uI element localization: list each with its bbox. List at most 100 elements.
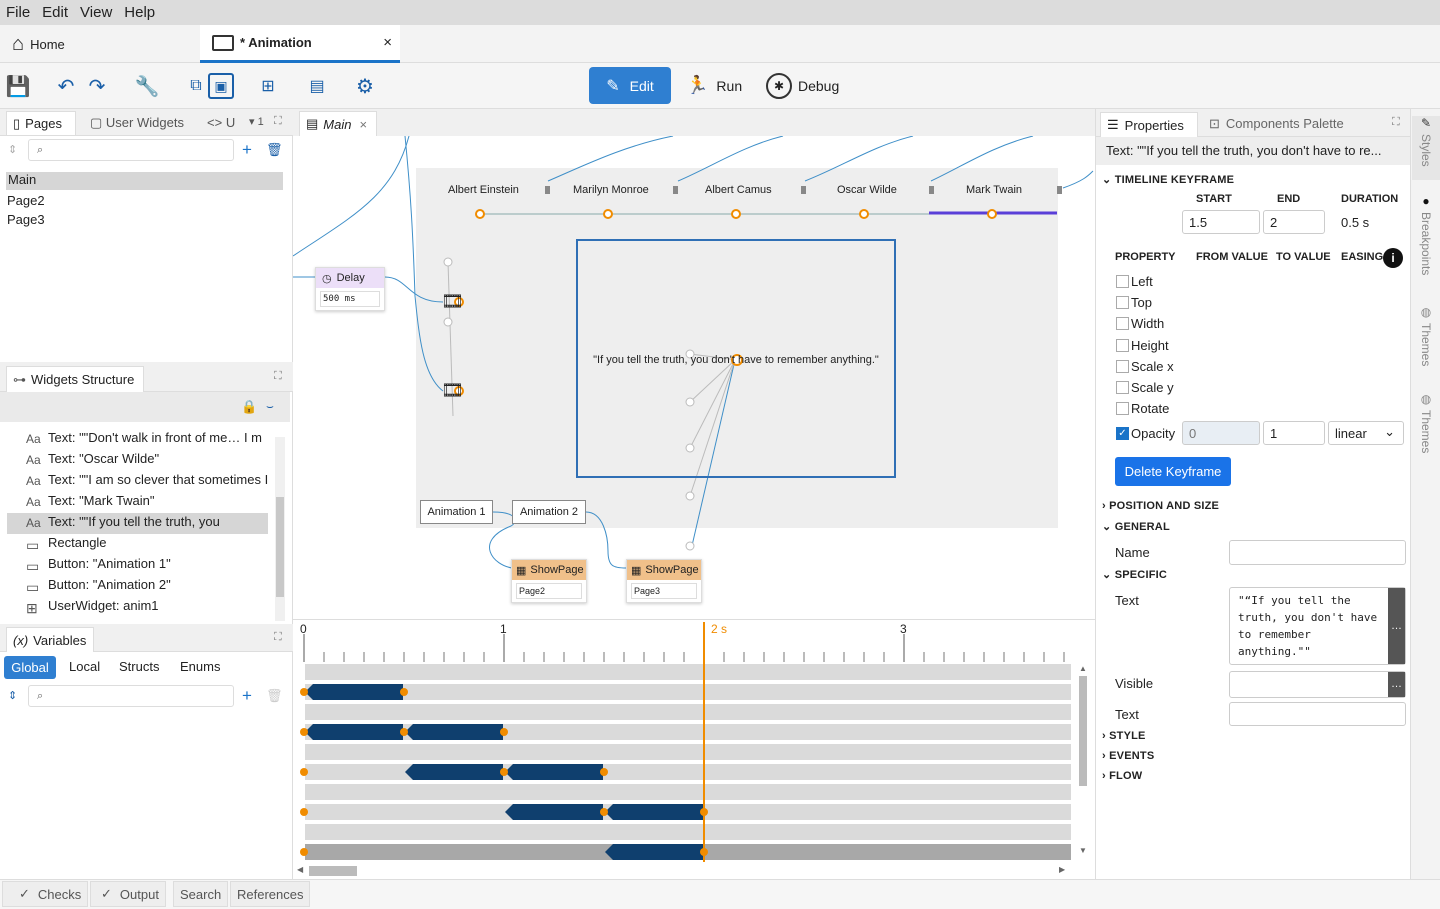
position-size-section[interactable]: › POSITION AND SIZE	[1102, 500, 1219, 512]
save-icon[interactable]: 💾	[5, 73, 31, 99]
tab-main[interactable]: ▤ Main ×	[299, 111, 377, 136]
tab-overflow[interactable]: ▾ 1	[249, 115, 264, 128]
debug-button[interactable]: ✱ Debug	[766, 73, 839, 99]
keyframe-bar[interactable]	[605, 804, 703, 820]
close-icon[interactable]: ×	[383, 34, 392, 51]
widget-row[interactable]: Button: "Animation 2"	[48, 577, 171, 592]
top-checkbox[interactable]	[1116, 296, 1129, 309]
hscroll-thumb[interactable]	[309, 866, 357, 876]
start-input[interactable]: 1.5	[1182, 210, 1260, 234]
general-section[interactable]: ⌄ GENERAL	[1102, 520, 1170, 533]
tab-output[interactable]: ✓ Output	[90, 881, 166, 907]
keyframe-bar[interactable]	[505, 764, 603, 780]
rotate-checkbox[interactable]	[1116, 402, 1129, 415]
timeline-vscroll[interactable]: ▲ ▼	[1077, 664, 1089, 860]
menu-edit[interactable]: Edit	[42, 4, 68, 21]
animation-node-icon[interactable]: 🎞	[441, 291, 464, 312]
showpage-node-2[interactable]: ▦ ShowPage Page3	[626, 559, 702, 603]
keyframe-dot[interactable]	[400, 688, 408, 696]
keyframe-dot[interactable]	[300, 808, 308, 816]
add-variable-icon[interactable]: +	[242, 686, 252, 706]
lock-icon[interactable]: 🔒	[241, 399, 257, 415]
widget-row[interactable]: Text: ""Don't walk in front of me… I m	[48, 430, 268, 445]
scale-x-checkbox[interactable]	[1116, 360, 1129, 373]
text-expression-button[interactable]: …	[1388, 588, 1405, 664]
side-tab-styles[interactable]: ✎ Styles	[1412, 116, 1440, 180]
animation-2-button[interactable]: Animation 2	[512, 500, 586, 524]
delete-page-icon[interactable]: 🗑	[266, 142, 283, 158]
undo-icon[interactable]: ↶	[53, 73, 79, 99]
keyframe-bar[interactable]	[305, 724, 403, 740]
pages-search-input[interactable]: ⌕	[28, 139, 234, 161]
info-icon[interactable]: i	[1383, 248, 1403, 268]
tab-widgets-structure[interactable]: ⊶ Widgets Structure	[6, 366, 144, 392]
redo-icon[interactable]: ↷	[84, 73, 110, 99]
tab-user-widgets[interactable]: ▢ User Widgets	[90, 115, 184, 131]
easing-select[interactable]: linear ⌄	[1328, 421, 1404, 445]
page-item-page2[interactable]: Page2	[7, 193, 45, 208]
frame-icon[interactable]: ▣	[208, 73, 234, 99]
eye-closed-icon[interactable]: ⌣	[266, 399, 274, 414]
scroll-up-icon[interactable]: ▲	[1079, 664, 1087, 673]
timeline-ruler[interactable]	[293, 620, 1095, 665]
events-section[interactable]: › EVENTS	[1102, 750, 1154, 762]
tab-properties[interactable]: ☰ Properties	[1100, 112, 1198, 137]
scroll-right-icon[interactable]: ▶	[1059, 865, 1065, 874]
tab-checks[interactable]: ✓ Checks	[2, 881, 89, 907]
playhead[interactable]	[703, 622, 705, 862]
quote-text-widget[interactable]: "If you tell the truth, you don't have t…	[578, 354, 894, 366]
tab-components-palette[interactable]: ⊡ Components Palette	[1209, 116, 1344, 132]
keyframe-bar[interactable]	[405, 764, 503, 780]
expand-icon[interactable]: ⛶	[274, 115, 282, 128]
tab-references[interactable]: References	[230, 881, 311, 907]
widget-row-selected[interactable]: Text: ""If you tell the truth, you	[48, 514, 248, 529]
timeline-keyframe-section[interactable]: ⌄ TIMELINE KEYFRAME	[1102, 173, 1234, 186]
tab-search[interactable]: Search	[173, 881, 229, 907]
var-tab-local[interactable]: Local	[69, 659, 100, 674]
tab-pages[interactable]: ▯ Pages	[6, 111, 76, 135]
expand-variables-icon[interactable]: ⛶	[274, 631, 282, 644]
height-checkbox[interactable]	[1116, 339, 1129, 352]
showpage-page-field[interactable]: Page3	[631, 583, 697, 599]
end-input[interactable]: 2	[1263, 210, 1325, 234]
side-tab-breakpoints[interactable]: ● Breakpoints	[1412, 194, 1440, 289]
var-tab-structs[interactable]: Structs	[119, 659, 159, 674]
keyframe-dot[interactable]	[300, 848, 308, 856]
tab-home[interactable]: ⌂ Home	[0, 25, 200, 63]
delay-value-field[interactable]: 500 ms	[320, 291, 380, 307]
keyframe-dot[interactable]	[500, 728, 508, 736]
keyframe-dot[interactable]	[400, 728, 408, 736]
sort-icon[interactable]: ⇕	[8, 143, 17, 156]
widget-row[interactable]: Button: "Animation 1"	[48, 556, 171, 571]
width-checkbox[interactable]	[1116, 317, 1129, 330]
side-tab-themes[interactable]: ◍ Themes	[1412, 305, 1440, 377]
delete-keyframe-button[interactable]: Delete Keyframe	[1115, 457, 1231, 486]
expand-widgets-icon[interactable]: ⛶	[274, 370, 282, 383]
from-value-input[interactable]: 0	[1182, 421, 1260, 445]
menu-file[interactable]: File	[6, 4, 30, 21]
timeline-hscroll[interactable]: ◀ ▶	[297, 864, 1069, 878]
text-widget-twain[interactable]: Mark Twain	[966, 184, 1022, 196]
widget-row[interactable]: Text: ""I am so clever that sometimes I	[48, 472, 268, 487]
expand-properties-icon[interactable]: ⛶	[1392, 116, 1400, 129]
wrench-icon[interactable]: 🔧	[134, 73, 160, 99]
tab-u[interactable]: <> U	[207, 115, 235, 130]
scroll-left-icon[interactable]: ◀	[297, 865, 303, 874]
run-button[interactable]: 🏃 Run	[686, 75, 742, 96]
variables-search-input[interactable]: ⌕	[28, 685, 234, 707]
select-frame-icon[interactable]: ⧉	[183, 73, 209, 99]
tab-animation[interactable]: * Animation ×	[200, 25, 400, 63]
edit-button[interactable]: ✎ Edit	[589, 67, 671, 104]
sort-vars-icon[interactable]: ⇕	[8, 689, 17, 702]
page-icon[interactable]: ▤	[304, 73, 330, 99]
text2-input[interactable]	[1229, 702, 1406, 726]
text-widget-camus[interactable]: Albert Camus	[705, 184, 772, 196]
settings-icon[interactable]: ⚙	[352, 73, 378, 99]
keyframe-bar-selected[interactable]	[605, 844, 703, 860]
keyframe-dot[interactable]	[500, 768, 508, 776]
flow-section[interactable]: › FLOW	[1102, 770, 1142, 782]
scroll-down-icon[interactable]: ▼	[1079, 846, 1087, 855]
keyframe-bar[interactable]	[505, 804, 603, 820]
scale-y-checkbox[interactable]	[1116, 381, 1129, 394]
animation-node-icon[interactable]: 🎞	[441, 380, 464, 401]
